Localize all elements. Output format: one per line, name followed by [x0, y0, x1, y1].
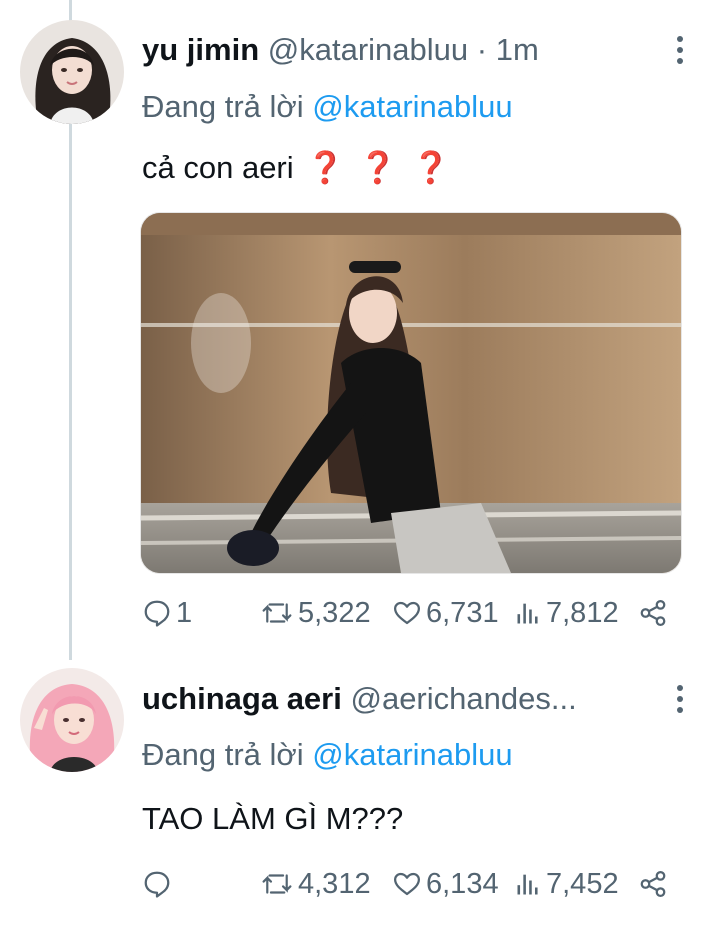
tweet-1[interactable]: yu jimin @katarinabluu · 1m Đang trả lời…: [0, 0, 720, 650]
reply-icon: [144, 600, 170, 627]
tweet-media-photo[interactable]: [140, 212, 682, 574]
share-button[interactable]: [638, 593, 668, 633]
heart-icon: [394, 601, 420, 625]
tweet-header: uchinaga aeri @aerichandes...: [142, 680, 670, 718]
views-count: 7,812: [546, 596, 619, 629]
mention-link[interactable]: @katarinabluu: [312, 89, 512, 124]
replying-to-label: Đang trả lời: [142, 89, 304, 124]
views-icon: [517, 874, 538, 895]
replying-to: Đang trả lời @katarinabluu: [142, 88, 513, 126]
like-count: 6,134: [426, 867, 499, 900]
display-name[interactable]: yu jimin: [142, 32, 259, 67]
tweet-header: yu jimin @katarinabluu · 1m: [142, 31, 670, 69]
avatar-yu-jimin[interactable]: [20, 20, 124, 124]
reply-button[interactable]: 1: [142, 593, 192, 633]
share-button[interactable]: [638, 864, 668, 904]
question-mark-emoji: ❓❓❓: [306, 150, 465, 185]
retweet-count: 5,322: [298, 596, 371, 629]
share-icon: [640, 600, 666, 626]
tweet-2[interactable]: uchinaga aeri @aerichandes... Đang trả l…: [0, 650, 720, 928]
like-button[interactable]: 6,134: [392, 864, 499, 904]
share-icon: [640, 871, 666, 897]
views-button[interactable]: 7,812: [514, 593, 619, 633]
reply-count: 1: [176, 596, 193, 629]
tweet-text-body: cả con aeri: [142, 150, 294, 185]
heart-icon: [394, 872, 420, 896]
retweet-icon: [262, 603, 292, 623]
retweet-icon: [262, 874, 292, 894]
timestamp[interactable]: 1m: [496, 32, 539, 67]
retweet-count: 4,312: [298, 867, 371, 900]
like-count: 6,731: [426, 596, 499, 629]
reply-button[interactable]: [142, 864, 176, 904]
more-vertical-icon[interactable]: [674, 685, 686, 713]
more-vertical-icon[interactable]: [674, 36, 686, 64]
tweet-text: TAO LÀM GÌ M???: [142, 800, 403, 838]
replying-to-label: Đang trả lời: [142, 737, 304, 772]
tweet-text-body: TAO LÀM GÌ M???: [142, 801, 404, 836]
reply-icon: [144, 871, 170, 898]
mention-link[interactable]: @katarinabluu: [312, 737, 512, 772]
avatar-uchinaga-aeri[interactable]: [20, 668, 124, 772]
views-count: 7,452: [546, 867, 619, 900]
retweet-button[interactable]: 5,322: [260, 593, 371, 633]
display-name[interactable]: uchinaga aeri: [142, 681, 342, 716]
tweet-text: cả con aeri ❓❓❓: [142, 149, 464, 187]
separator-dot: ·: [476, 32, 488, 67]
tweet-actions: 1 5,322 6,731 7,812: [142, 593, 682, 633]
like-button[interactable]: 6,731: [392, 593, 499, 633]
replying-to: Đang trả lời @katarinabluu: [142, 736, 513, 774]
user-handle[interactable]: @aerichandes...: [350, 681, 576, 716]
views-button[interactable]: 7,452: [514, 864, 619, 904]
tweet-actions: 4,312 6,134 7,452: [142, 864, 682, 904]
user-handle[interactable]: @katarinabluu: [268, 32, 468, 67]
views-icon: [517, 603, 538, 624]
retweet-button[interactable]: 4,312: [260, 864, 371, 904]
